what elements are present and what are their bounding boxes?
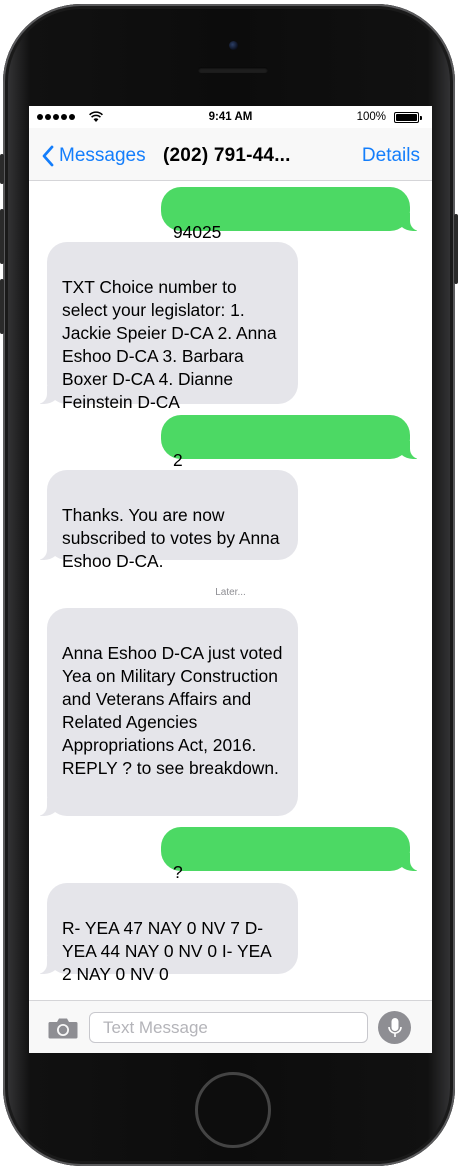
details-button[interactable]: Details (362, 145, 420, 167)
message-text: ? (173, 862, 183, 882)
volume-down-button (0, 279, 4, 334)
battery-icon (394, 112, 422, 123)
home-button[interactable] (195, 1072, 271, 1148)
navigation-bar: Messages (202) 791-44... Details (29, 128, 432, 181)
incoming-message: R- YEA 47 NAY 0 NV 7 D- YEA 44 NAY 0 NV … (29, 883, 298, 984)
front-camera (229, 41, 238, 50)
outgoing-message: 94025 (161, 187, 432, 242)
incoming-message: Thanks. You are now subscribed to votes … (29, 470, 298, 571)
outgoing-message: 2 (161, 415, 432, 470)
microphone-button[interactable] (378, 1011, 411, 1044)
battery-percentage: 100% (356, 111, 386, 123)
later-separator: Later... (215, 587, 246, 598)
microphone-icon (387, 1017, 402, 1037)
message-text: TXT Choice number to select your legisla… (62, 277, 277, 412)
chevron-left-icon (42, 145, 54, 167)
camera-icon[interactable] (47, 1016, 79, 1040)
message-thread[interactable]: 94025 TXT Choice number to select your l… (29, 182, 432, 999)
message-text: Anna Eshoo D-CA just voted Yea on Milita… (62, 643, 283, 778)
message-text: 2 (173, 450, 183, 470)
conversation-title: (202) 791-44... (163, 145, 291, 166)
message-input[interactable] (89, 1012, 368, 1043)
incoming-message: Anna Eshoo D-CA just voted Yea on Milita… (29, 608, 298, 816)
earpiece-speaker (198, 67, 268, 73)
outgoing-message: ? (161, 827, 432, 882)
incoming-message: TXT Choice number to select your legisla… (29, 242, 298, 412)
power-button (454, 214, 458, 284)
phone-screen: 9:41 AM 100% Messages (202) 791-44... De… (29, 106, 432, 1053)
message-composer (29, 1000, 432, 1053)
message-text: 94025 (173, 222, 222, 242)
mute-switch (0, 154, 4, 184)
message-text: R- YEA 47 NAY 0 NV 7 D- YEA 44 NAY 0 NV … (62, 918, 271, 984)
status-bar: 9:41 AM 100% (29, 106, 432, 128)
message-text: Thanks. You are now subscribed to votes … (62, 505, 280, 571)
volume-up-button (0, 209, 4, 264)
back-button-label: Messages (59, 145, 146, 166)
back-button[interactable]: Messages (41, 145, 146, 167)
